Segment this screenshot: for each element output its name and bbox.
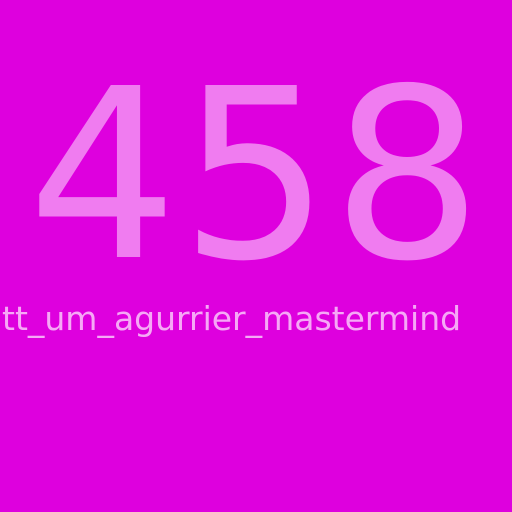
design-name-label: tt_um_agurrier_mastermind (2, 299, 462, 338)
display-screen: 458 tt_um_agurrier_mastermind (0, 0, 512, 512)
big-number: 458 (27, 38, 485, 313)
